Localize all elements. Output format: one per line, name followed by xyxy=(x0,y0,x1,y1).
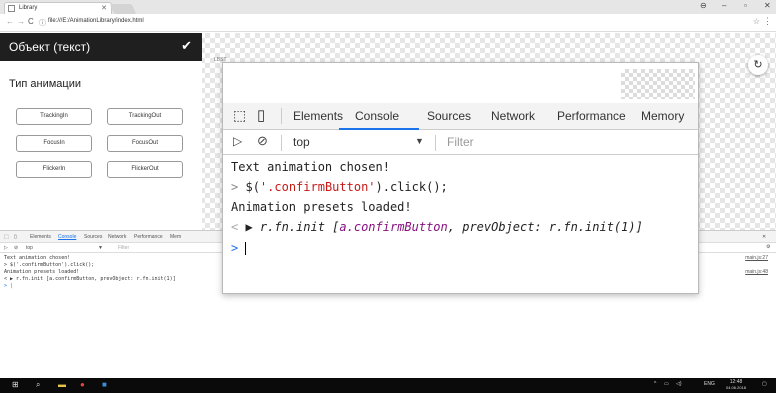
file-explorer-icon[interactable]: ▬ xyxy=(58,380,66,389)
browser-tab-bar: Library ✕ ⊖ – ▫ ✕ xyxy=(0,0,776,14)
dt-tab-sources[interactable]: Sources xyxy=(84,234,102,240)
context-select[interactable]: top xyxy=(26,245,33,251)
filter-input[interactable]: Filter xyxy=(447,135,474,149)
focus-in-button[interactable]: FocusIn xyxy=(16,135,92,152)
console-log-line: Text animation chosen! xyxy=(231,160,390,174)
browser-tab[interactable]: Library ✕ xyxy=(4,2,112,14)
network-icon[interactable]: ▭ xyxy=(664,381,669,387)
confirm-check-icon[interactable]: ✔ xyxy=(181,38,192,54)
tab-memory[interactable]: Memory xyxy=(641,109,684,123)
console-prompt-input[interactable]: > xyxy=(231,241,247,255)
console-result-line[interactable]: < ▶ r.fn.init [a.confirmButton, prevObje… xyxy=(231,220,643,234)
inspect-element-icon[interactable]: ⬚ xyxy=(233,107,246,124)
tracking-out-button[interactable]: TrackingOut xyxy=(107,108,183,125)
console-sidebar-icon[interactable]: ▷ xyxy=(4,245,8,251)
devtools-tabbar: ⬚ ▯ Elements Console Sources Network Per… xyxy=(223,103,698,130)
device-icon[interactable]: ▯ xyxy=(14,234,17,240)
focus-out-button[interactable]: FocusOut xyxy=(107,135,183,152)
tab-performance[interactable]: Performance xyxy=(557,109,626,123)
text-cursor xyxy=(245,242,247,255)
dropdown-icon[interactable]: ▼ xyxy=(415,136,424,146)
console-line: Text animation chosen! xyxy=(4,255,71,261)
console-log-line: Animation presets loaded! xyxy=(231,200,412,214)
filter-input[interactable]: Filter xyxy=(118,245,129,251)
browser-menu-icon[interactable]: ⋮ xyxy=(763,16,772,27)
panel-title: Объект (текст) xyxy=(9,40,91,54)
search-icon[interactable]: ⌕ xyxy=(36,380,40,390)
tab-network[interactable]: Network xyxy=(491,109,535,123)
close-window-icon[interactable]: ✕ xyxy=(764,1,771,10)
dt-tab-performance[interactable]: Performance xyxy=(134,234,163,240)
address-bar: ← → C ⓘ file:///E:/AnimationLibrary/inde… xyxy=(0,14,776,32)
tray-chevron-icon[interactable]: ^ xyxy=(654,381,656,387)
clear-console-icon[interactable]: ⊘ xyxy=(257,133,268,149)
minimize-icon[interactable]: – xyxy=(722,1,726,10)
chrome-icon[interactable]: ● xyxy=(80,380,85,389)
maximize-icon[interactable]: ▫ xyxy=(744,1,747,10)
console-command-line: > $('.confirmButton').click(); xyxy=(231,180,448,194)
url-field[interactable]: file:///E:/AnimationLibrary/index.html xyxy=(48,18,144,24)
start-icon[interactable]: ⊞ xyxy=(12,380,19,389)
context-dropdown-icon[interactable]: ▼ xyxy=(98,245,103,251)
vscode-icon[interactable]: ■ xyxy=(102,380,107,389)
user-icon[interactable]: ⊖ xyxy=(700,1,707,10)
device-toolbar-icon[interactable]: ▯ xyxy=(257,106,265,124)
checker-preview xyxy=(621,69,695,99)
source-link[interactable]: main.js:27 xyxy=(745,255,768,261)
animation-panel: Объект (текст) ✔ Тип анимации TrackingIn… xyxy=(0,33,202,230)
tracking-in-button[interactable]: TrackingIn xyxy=(16,108,92,125)
tab-title: Library xyxy=(19,5,38,11)
console-prompt[interactable]: > | xyxy=(4,283,13,289)
flicker-out-button[interactable]: FlickerOut xyxy=(107,161,183,178)
tab-elements[interactable]: Elements xyxy=(293,109,343,123)
windows-taskbar: ⊞ ⌕ ▬ ● ■ ^ ▭ ◁) ENG 12:48 04.06.2018 ▢ xyxy=(0,378,776,393)
dt-tab-console[interactable]: Console xyxy=(58,234,76,240)
language-indicator[interactable]: ENG xyxy=(704,381,715,387)
tab-console[interactable]: Console xyxy=(355,109,399,123)
console-line: < ▶ r.fn.init [a.confirmButton, prevObje… xyxy=(4,276,176,282)
refresh-button[interactable]: ↻ xyxy=(748,55,768,75)
clear-console-icon[interactable]: ⊘ xyxy=(14,245,18,251)
notifications-icon[interactable]: ▢ xyxy=(762,381,767,387)
bookmark-star-icon[interactable]: ☆ xyxy=(753,17,760,26)
refresh-icon: ↻ xyxy=(753,59,763,71)
info-icon[interactable]: ⓘ xyxy=(39,18,46,28)
console-filterbar: ▷ ⊘ top ▼ Filter xyxy=(223,130,698,155)
forward-icon[interactable]: → xyxy=(17,17,25,26)
source-link[interactable]: main.js:48 xyxy=(745,269,768,275)
console-sidebar-icon[interactable]: ▷ xyxy=(233,134,242,148)
settings-gear-icon[interactable]: ⚙ xyxy=(766,244,770,250)
page-icon xyxy=(8,5,15,12)
close-tab-icon[interactable]: ✕ xyxy=(101,3,107,14)
devtools-zoom-overlay: ⬚ ▯ Elements Console Sources Network Per… xyxy=(222,62,699,294)
animation-type-heading: Тип анимации xyxy=(9,78,81,90)
dt-tab-network[interactable]: Network xyxy=(108,234,126,240)
console-line: > $('.confirmButton').click(); xyxy=(4,262,95,268)
dt-tab-elements[interactable]: Elements xyxy=(30,234,51,240)
reload-icon[interactable]: C xyxy=(28,17,34,26)
console-line: Animation presets loaded! xyxy=(4,269,80,275)
back-icon[interactable]: ← xyxy=(6,17,14,26)
tab-sources[interactable]: Sources xyxy=(427,109,471,123)
panel-header: Объект (текст) ✔ xyxy=(0,33,202,61)
volume-icon[interactable]: ◁) xyxy=(676,381,682,387)
flicker-in-button[interactable]: FlickerIn xyxy=(16,161,92,178)
context-select[interactable]: top xyxy=(293,135,310,149)
dt-tab-memory[interactable]: Mem xyxy=(170,234,181,240)
inspect-icon[interactable]: ⬚ xyxy=(4,234,9,240)
clock[interactable]: 12:48 04.06.2018 xyxy=(726,379,746,391)
new-tab-button[interactable] xyxy=(109,4,137,14)
dt-close-icon[interactable]: ✕ xyxy=(762,234,766,240)
